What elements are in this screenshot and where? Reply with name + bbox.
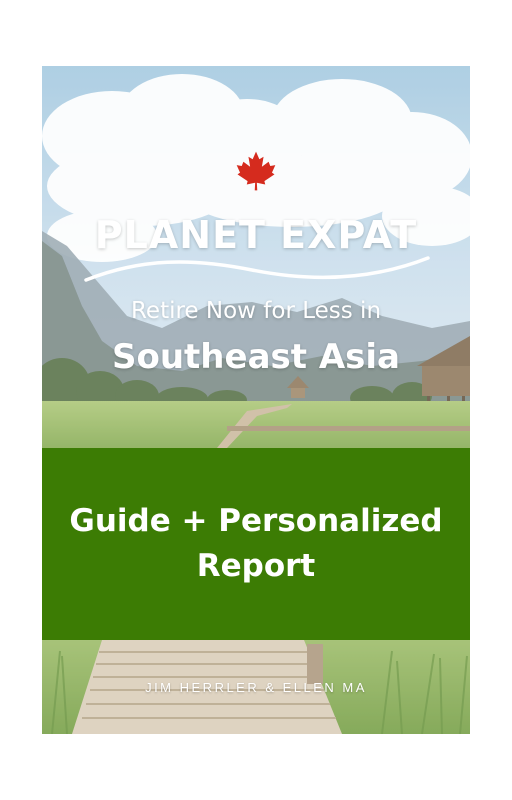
product-band: Guide + Personalized Report: [42, 448, 470, 640]
book-cover: PLANET EXPAT Retire Now for Less in Sout…: [42, 66, 470, 734]
swoosh-underline: [84, 256, 430, 282]
product-title: Guide + Personalized Report: [69, 503, 443, 584]
brand-title: PLANET EXPAT: [94, 213, 418, 257]
authors-byline: JIM HERRLER & ELLEN MA: [145, 680, 367, 695]
page: PLANET EXPAT Retire Now for Less in Sout…: [0, 0, 512, 800]
region-title: Southeast Asia: [112, 337, 400, 377]
maple-leaf-icon: [236, 151, 276, 191]
tagline: Retire Now for Less in: [130, 298, 382, 324]
